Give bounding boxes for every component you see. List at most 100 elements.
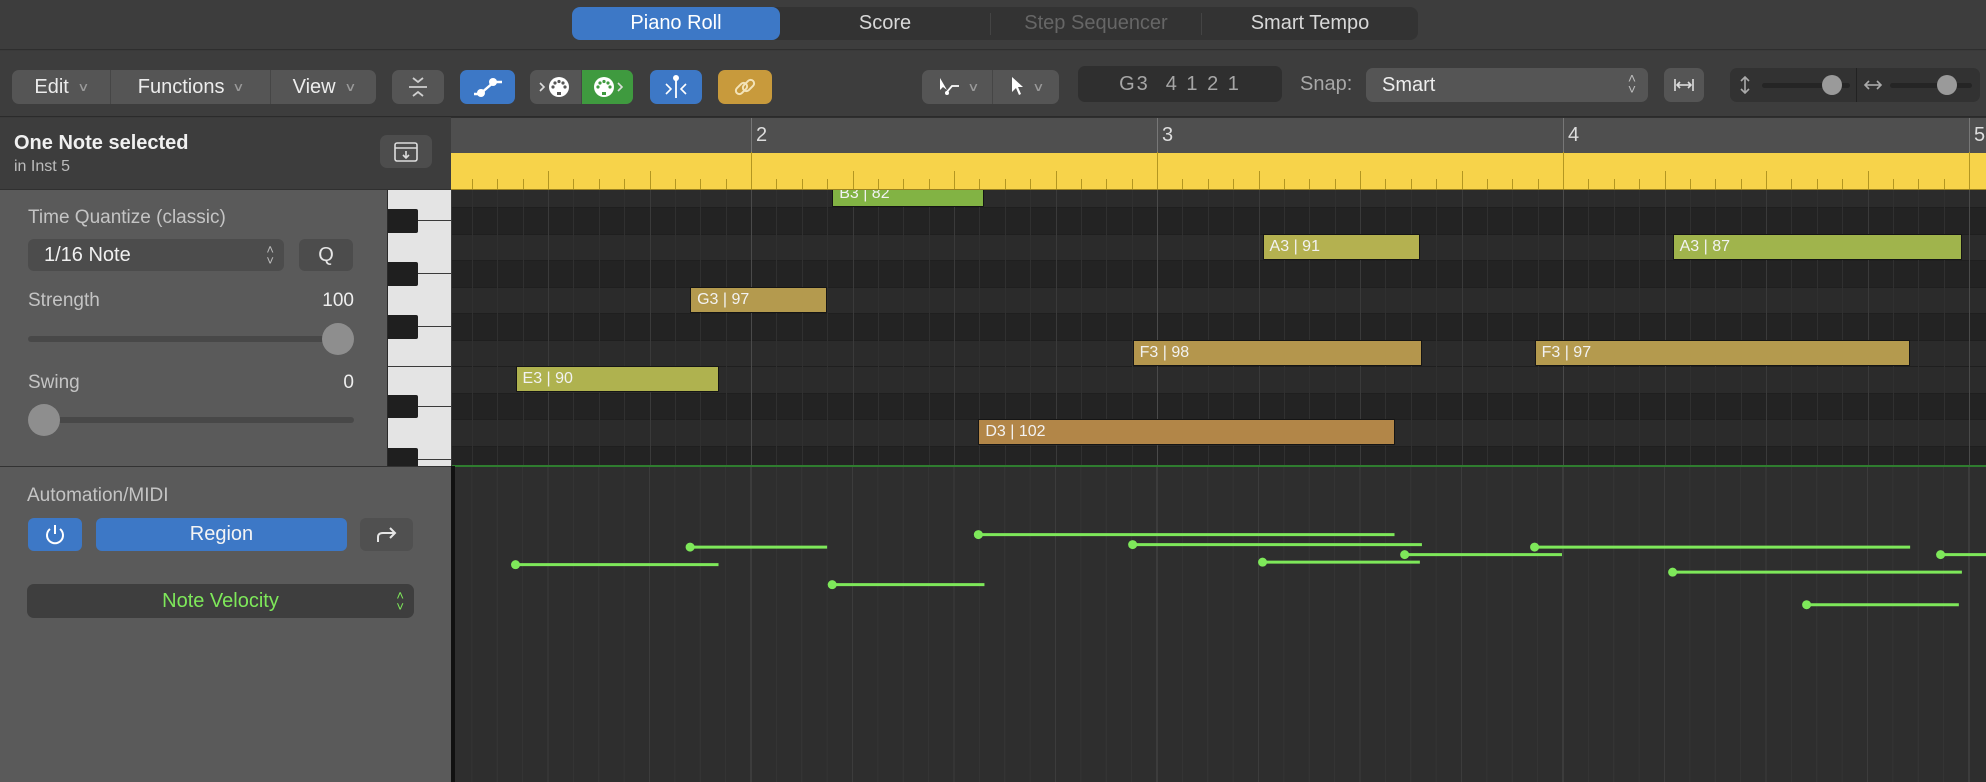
midi-note[interactable]: G3 | 97	[690, 286, 828, 313]
collapse-button[interactable]	[392, 70, 444, 104]
edit-menu[interactable]: Edit ∨	[12, 70, 110, 104]
tab-piano-roll[interactable]: Piano Roll	[572, 7, 780, 40]
link-icon	[734, 78, 756, 96]
bar-marker-line	[1969, 118, 1970, 154]
vertical-zoom-knob[interactable]	[1822, 75, 1843, 95]
midi-note[interactable]: F3 | 97	[1534, 339, 1911, 366]
region-mode-button[interactable]: Region	[96, 518, 347, 551]
velocity-handle[interactable]	[1802, 600, 1812, 610]
key-divider	[418, 458, 451, 460]
division-gridline	[801, 190, 803, 466]
functions-menu[interactable]: Functions ∨	[110, 70, 270, 104]
quantize-section-label: Time Quantize (classic)	[28, 207, 226, 228]
tool-group: ∨ ∨	[922, 70, 1059, 104]
up-down-chevron-icon: ˄ ˅	[1627, 70, 1636, 97]
midi-in-button[interactable]	[530, 70, 581, 104]
tab-score[interactable]: Score	[780, 7, 990, 40]
black-key[interactable]	[388, 447, 418, 466]
left-click-tool-menu[interactable]: ∨	[922, 70, 992, 104]
ruler-tick	[1766, 171, 1767, 189]
ruler-tick	[1512, 179, 1514, 189]
quantize-value-select[interactable]: 1/16 Note ˄ ˅	[28, 239, 284, 271]
midi-note[interactable]: D3 | 102	[978, 419, 1395, 445]
link-button[interactable]	[718, 70, 772, 104]
view-tab-bar: Piano Roll Score Step Sequencer Smart Te…	[0, 0, 1986, 50]
automation-parameter-select[interactable]: Note Velocity ˄ ˅	[27, 584, 414, 618]
ruler-tick	[1461, 171, 1463, 189]
velocity-handle[interactable]	[827, 580, 837, 590]
view-menu[interactable]: View ∨	[270, 70, 376, 104]
piano-roll-grid[interactable]: B3 | 82 G3 | 97 E3 | 90 D3 | 102 A3 | 91 F3 |…	[452, 190, 1986, 466]
velocity-lane-canvas	[471, 467, 1986, 782]
route-button[interactable]	[360, 518, 413, 551]
midi-note[interactable]: B3 | 82	[832, 190, 985, 207]
key-divider	[418, 273, 451, 275]
bar-ruler[interactable]: 2 3 4 5	[451, 117, 1986, 190]
swing-slider-knob[interactable]	[28, 404, 60, 436]
swing-label: Swing	[28, 372, 80, 393]
velocity-handle[interactable]	[1936, 550, 1946, 560]
velocity-handle[interactable]	[1258, 557, 1268, 567]
ruler-tick	[979, 179, 981, 189]
horizontal-zoom-knob[interactable]	[1937, 75, 1958, 95]
region-bar[interactable]	[451, 152, 1986, 190]
ruler-tick	[1563, 152, 1564, 189]
velocity-handle[interactable]	[685, 542, 695, 552]
automation-power-button[interactable]	[28, 518, 82, 551]
show-region-button[interactable]	[380, 135, 432, 168]
velocity-handle[interactable]	[973, 530, 983, 540]
beat-gridline	[1664, 190, 1666, 466]
division-gridline	[725, 190, 727, 466]
velocity-lane[interactable]	[455, 467, 1986, 782]
midi-note[interactable]: F3 | 98	[1132, 339, 1422, 366]
midi-out-button[interactable]	[581, 70, 633, 104]
catch-playhead-button[interactable]	[650, 70, 702, 104]
forward-arrow-icon	[376, 526, 396, 542]
black-key[interactable]	[388, 315, 418, 339]
division-gridline	[1486, 190, 1488, 466]
tab-step-sequencer[interactable]: Step Sequencer	[991, 7, 1201, 40]
tab-smart-tempo[interactable]: Smart Tempo	[1202, 7, 1418, 40]
ruler-tick	[1892, 179, 1894, 189]
key-divider	[418, 326, 451, 328]
velocity-handle[interactable]	[1128, 540, 1138, 550]
key-divider	[388, 366, 451, 367]
quantize-button[interactable]: Q	[299, 239, 353, 271]
ruler-tick	[1486, 179, 1488, 189]
quantize-value: 1/16 Note	[44, 243, 131, 266]
midi-note[interactable]: A3 | 87	[1672, 233, 1962, 260]
horizontal-zoom-slider[interactable]	[1890, 83, 1972, 88]
show-automation-button[interactable]	[460, 70, 515, 104]
zoom-to-fit-button[interactable]	[1664, 68, 1704, 102]
ruler-tick	[624, 179, 626, 189]
ruler-tick	[1055, 171, 1057, 189]
strength-slider[interactable]	[28, 336, 354, 342]
chevron-down-icon: ∨	[1031, 80, 1045, 94]
ruler-tick	[700, 179, 702, 189]
velocity-handle[interactable]	[1530, 542, 1540, 552]
snap-select[interactable]: Smart ˄ ˅	[1366, 68, 1648, 102]
velocity-handle[interactable]	[1668, 567, 1678, 577]
black-key[interactable]	[388, 262, 418, 286]
bar-gridline	[1563, 190, 1564, 466]
midi-note[interactable]: A3 | 91	[1262, 233, 1420, 260]
piano-keyboard[interactable]	[387, 190, 451, 466]
pointer-tool-icon	[1011, 77, 1023, 95]
tab-label: Piano Roll	[630, 12, 722, 34]
power-icon	[46, 524, 64, 544]
swing-slider[interactable]	[28, 417, 354, 423]
strength-slider-knob[interactable]	[322, 323, 354, 355]
right-click-tool-menu[interactable]: ∨	[992, 70, 1059, 104]
velocity-handle[interactable]	[1400, 550, 1410, 560]
division-gridline	[1842, 190, 1844, 466]
ruler-tick	[1004, 179, 1006, 189]
black-key[interactable]	[388, 209, 418, 233]
velocity-handle[interactable]	[511, 560, 521, 570]
pitch-row	[452, 207, 1986, 234]
black-key[interactable]	[388, 394, 418, 418]
ruler-bar-numbers: 2 3 4 5	[451, 117, 1986, 154]
division-gridline	[928, 190, 930, 466]
ruler-tick	[1715, 179, 1717, 189]
ruler-tick	[1791, 179, 1793, 189]
midi-note[interactable]: E3 | 90	[515, 366, 719, 392]
